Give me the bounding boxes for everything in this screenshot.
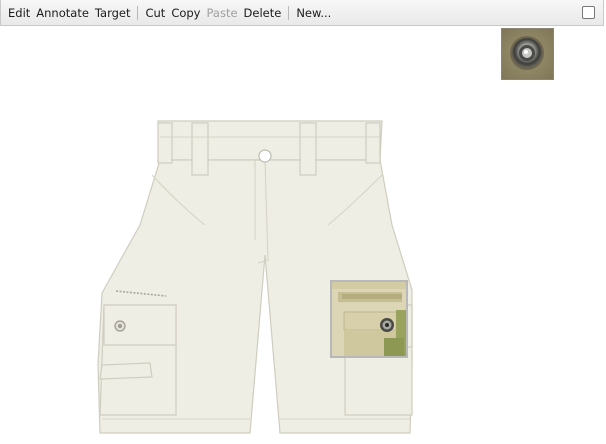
toolbar: Edit Annotate Target Cut Copy Paste Dele… <box>0 0 604 26</box>
zoom-loupe[interactable] <box>330 280 408 358</box>
target-menu[interactable]: Target <box>92 6 134 20</box>
paste-button[interactable]: Paste <box>203 6 240 20</box>
toolbar-divider <box>137 5 139 20</box>
delete-button[interactable]: Delete <box>241 6 285 20</box>
checkbox-icon[interactable] <box>582 6 595 19</box>
edit-menu[interactable]: Edit <box>5 6 33 20</box>
copy-button[interactable]: Copy <box>168 6 203 20</box>
cargo-shorts-illustration <box>97 120 413 434</box>
annotate-menu[interactable]: Annotate <box>33 6 92 20</box>
snap-button-image <box>502 29 553 79</box>
snap-detail-thumbnail[interactable] <box>501 28 554 80</box>
new-button[interactable]: New... <box>293 6 334 20</box>
loupe-zoom-content <box>332 282 406 356</box>
cut-button[interactable]: Cut <box>142 6 168 20</box>
toolbar-divider <box>288 5 290 20</box>
